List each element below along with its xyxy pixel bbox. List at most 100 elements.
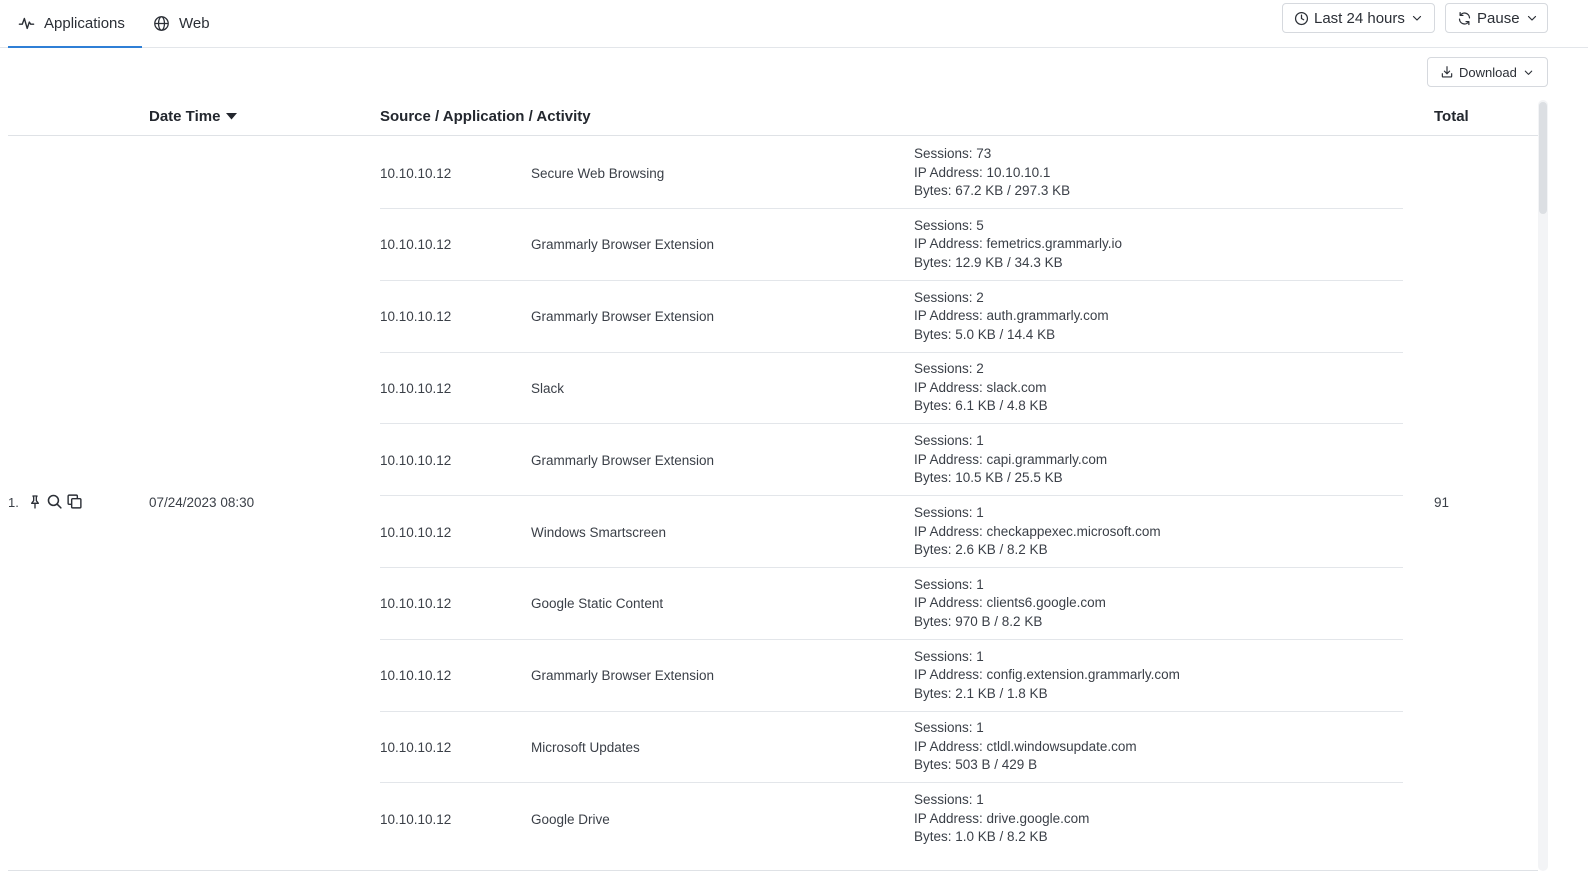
refresh-icon — [1458, 11, 1471, 25]
tab-web[interactable]: Web — [153, 0, 210, 47]
table-row[interactable]: 10.10.10.12 Google Static Content Sessions… — [380, 568, 1403, 640]
tab-applications[interactable]: Applications — [8, 0, 142, 48]
chevron-down-icon — [1524, 70, 1533, 75]
row-sessions: Sessions: 1 — [914, 720, 984, 736]
row-ip-address: IP Address: ctldl.windowsupdate.com — [914, 738, 1137, 754]
row-sessions: Sessions: 1 — [914, 505, 984, 520]
top-tab-bar: Applications Web Last 24 hours Pause — [0, 0, 1588, 48]
row-application: Grammarly Browser Extension — [531, 668, 715, 684]
row-sessions: Sessions: 2 — [914, 361, 984, 377]
column-header-date-time[interactable]: Date Time — [149, 108, 238, 125]
tab-applications-label: Applications — [44, 14, 125, 32]
row-bytes: Bytes: 5.0 KB / 14.4 KB — [914, 326, 1056, 342]
row-details: Sessions: 1 IP Address: drive.google.com B… — [914, 791, 1089, 847]
pause-label: Pause — [1477, 9, 1520, 27]
row-actions — [27, 493, 86, 510]
row-bytes: Bytes: 2.6 KB / 8.2 KB — [914, 542, 1048, 557]
table-row[interactable]: 10.10.10.12 Google Drive Sessions: 1 IP Add… — [380, 783, 1403, 855]
row-details: Sessions: 1 IP Address: capi.grammarly.co… — [914, 432, 1107, 488]
copy-icon[interactable] — [66, 493, 83, 510]
row-details: Sessions: 2 IP Address: auth.grammarly.co… — [914, 289, 1109, 345]
row-source: 10.10.10.12 — [380, 739, 452, 755]
row-details: Sessions: 2 IP Address: slack.com Bytes: 6… — [914, 360, 1048, 416]
time-range-dropdown[interactable]: Last 24 hours — [1282, 3, 1435, 33]
row-details: Sessions: 73 IP Address: 10.10.10.1 Bytes:… — [914, 145, 1070, 201]
table-row[interactable]: 10.10.10.12 Microsoft Updates Sessions: 1 I… — [380, 711, 1403, 784]
row-ip-address: IP Address: config.extension.grammarly.c… — [914, 667, 1180, 683]
row-application: Slack — [531, 380, 565, 396]
table-row[interactable]: 10.10.10.12 Grammarly Browser Extension Se… — [380, 424, 1403, 497]
row-application: Grammarly Browser Extension — [531, 452, 715, 468]
row-sessions: Sessions: 1 — [914, 648, 984, 664]
row-ip-address: IP Address: auth.grammarly.com — [914, 308, 1109, 324]
row-application: Google Static Content — [531, 596, 664, 612]
table-row[interactable]: 10.10.10.12 Grammarly Browser Extension Se… — [380, 640, 1403, 712]
row-ip-address: IP Address: clients6.google.com — [914, 595, 1106, 611]
row-sessions: Sessions: 1 — [914, 576, 984, 592]
row-application: Grammarly Browser Extension — [531, 309, 715, 325]
row-application: Grammarly Browser Extension — [531, 237, 715, 253]
row-source: 10.10.10.12 — [380, 380, 452, 396]
sort-desc-icon — [226, 113, 238, 120]
download-button[interactable]: Download — [1427, 57, 1548, 87]
row-ip-address: IP Address: drive.google.com — [914, 810, 1090, 826]
row-details: Sessions: 5 IP Address: femetrics.grammar… — [914, 217, 1122, 273]
row-bytes: Bytes: 10.5 KB / 25.5 KB — [914, 470, 1063, 486]
row-sessions: Sessions: 1 — [914, 792, 984, 808]
chevron-down-icon — [1527, 15, 1536, 21]
row-source: 10.10.10.12 — [380, 811, 452, 827]
row-source: 10.10.10.12 — [380, 668, 452, 684]
table-row[interactable]: 10.10.10.12 Grammarly Browser Extension Se… — [380, 209, 1403, 281]
clock-icon — [1294, 11, 1309, 25]
pin-icon[interactable] — [27, 494, 43, 510]
table-row[interactable]: 10.10.10.12 Secure Web Browsing Sessions: … — [380, 137, 1403, 209]
table-row[interactable]: 10.10.10.12 Grammarly Browser Extension Se… — [380, 281, 1403, 353]
column-header-total[interactable]: Total — [1434, 108, 1469, 125]
search-icon[interactable] — [46, 493, 63, 510]
chevron-down-icon — [1412, 15, 1422, 21]
row-sessions: Sessions: 1 — [914, 433, 984, 449]
row-application: Secure Web Browsing — [531, 165, 665, 181]
row-total: 91 — [1434, 495, 1450, 510]
time-range-label: Last 24 hours — [1314, 9, 1405, 27]
row-details: Sessions: 1 IP Address: config.extension.… — [914, 648, 1180, 704]
row-application: Microsoft Updates — [531, 739, 640, 755]
row-details: Sessions: 1 IP Address: ctldl.windowsupda… — [914, 719, 1137, 775]
row-sessions: Sessions: 73 — [914, 146, 992, 161]
row-sessions: Sessions: 5 — [914, 217, 984, 233]
row-bytes: Bytes: 67.2 KB / 297.3 KB — [914, 183, 1071, 198]
scrollbar-thumb[interactable] — [1539, 102, 1547, 214]
row-ip-address: IP Address: slack.com — [914, 379, 1047, 395]
vertical-scrollbar[interactable] — [1538, 100, 1548, 871]
row-bytes: Bytes: 1.0 KB / 8.2 KB — [914, 829, 1048, 845]
download-label: Download — [1459, 64, 1517, 80]
table-header: Date Time Source / Application / Activit… — [8, 98, 1538, 136]
row-bytes: Bytes: 503 B / 429 B — [914, 757, 1038, 773]
table-row[interactable]: 10.10.10.12 Slack Sessions: 2 IP Address: s… — [380, 352, 1403, 425]
row-ip-address: IP Address: checkappexec.microsoft.com — [914, 523, 1161, 539]
row-index: 1. — [8, 495, 19, 510]
row-details: Sessions: 1 IP Address: checkappexec.micr… — [914, 504, 1161, 560]
column-header-date-time-label: Date Time — [149, 108, 221, 125]
row-bytes: Bytes: 970 B / 8.2 KB — [914, 613, 1043, 629]
row-application: Google Drive — [531, 811, 610, 827]
pause-dropdown[interactable]: Pause — [1445, 3, 1548, 33]
row-source: 10.10.10.12 — [380, 452, 452, 468]
row-details: Sessions: 1 IP Address: clients6.google.c… — [914, 576, 1106, 632]
column-header-source[interactable]: Source / Application / Activity — [380, 108, 591, 125]
row-date-time: 07/24/2023 08:30 — [149, 495, 255, 510]
row-sessions: Sessions: 2 — [914, 289, 984, 305]
row-ip-address: IP Address: femetrics.grammarly.io — [914, 236, 1123, 252]
activity-icon — [18, 17, 35, 29]
row-source: 10.10.10.12 — [380, 596, 452, 612]
table-row[interactable]: 10.10.10.12 Windows Smartscreen Sessions: … — [380, 496, 1403, 568]
row-source: 10.10.10.12 — [380, 309, 452, 325]
tab-web-label: Web — [179, 15, 210, 32]
row-application: Windows Smartscreen — [531, 524, 667, 540]
row-source: 10.10.10.12 — [380, 237, 452, 253]
row-source: 10.10.10.12 — [380, 165, 452, 181]
row-ip-address: IP Address: capi.grammarly.com — [914, 451, 1108, 467]
download-icon — [1441, 66, 1453, 78]
row-bytes: Bytes: 2.1 KB / 1.8 KB — [914, 685, 1048, 701]
row-bytes: Bytes: 12.9 KB / 34.3 KB — [914, 254, 1063, 270]
